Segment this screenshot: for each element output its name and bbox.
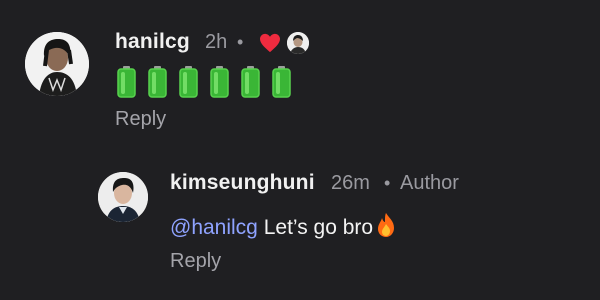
author-liked-avatar: [287, 32, 309, 54]
reply-button[interactable]: Reply: [170, 250, 221, 273]
username[interactable]: kimseunghuni: [170, 171, 315, 195]
avatar[interactable]: [25, 32, 89, 96]
username[interactable]: hanilcg: [115, 30, 190, 54]
battery-icon: [272, 66, 291, 98]
separator: •: [237, 32, 244, 52]
reply-button[interactable]: Reply: [115, 108, 166, 131]
avatar-image: [98, 172, 148, 222]
mention-link[interactable]: @hanilcg: [170, 216, 258, 239]
battery-icon: [179, 66, 198, 98]
avatar[interactable]: [98, 172, 148, 222]
fire-icon: [378, 213, 395, 237]
comment-body: @hanilcg Let’s go bro: [170, 212, 397, 240]
battery-icon: [117, 66, 136, 98]
battery-icon: [210, 66, 229, 98]
comment-content: [117, 66, 291, 98]
timestamp: 26m: [331, 172, 370, 194]
timestamp: 2h: [205, 31, 228, 53]
comment-text: Let’s go bro: [257, 216, 374, 239]
separator: •: [384, 173, 391, 193]
battery-icon: [241, 66, 260, 98]
avatar-image: [25, 32, 89, 96]
avatar-image: [287, 32, 309, 54]
battery-icon: [148, 66, 167, 98]
author-label: Author: [400, 172, 459, 194]
heart-icon: [260, 33, 280, 53]
